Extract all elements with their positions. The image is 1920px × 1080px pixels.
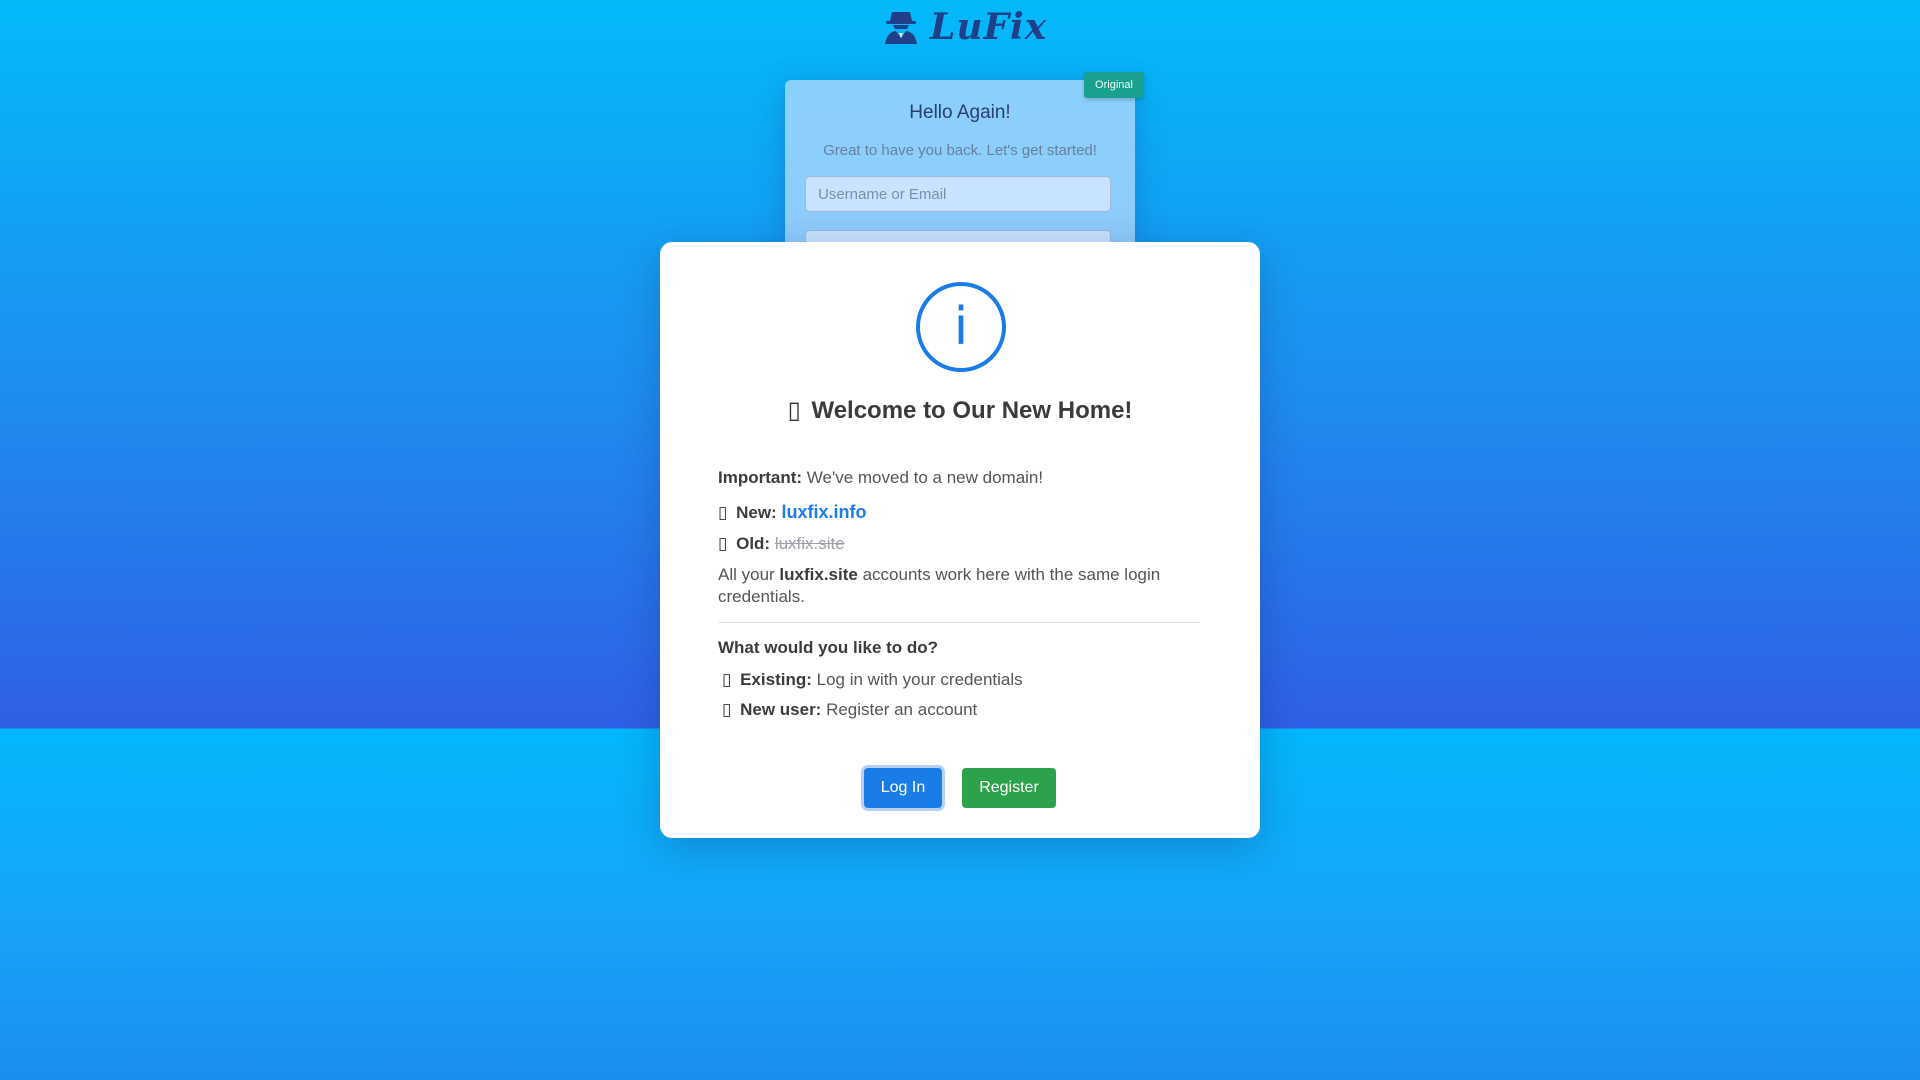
divider <box>718 622 1200 623</box>
spy-icon <box>885 12 917 44</box>
register-button[interactable]: Register <box>962 768 1056 808</box>
site-logo[interactable]: LuFix <box>882 6 1047 48</box>
login-button[interactable]: Log In <box>864 768 942 808</box>
new-domain-row: ▯ New: luxfix.info <box>718 502 866 523</box>
house-icon: ▯ <box>787 396 801 424</box>
key-icon: ▯ <box>722 670 732 690</box>
login-card: Hello Again! Great to have you back. Let… <box>785 80 1135 266</box>
check-icon: ▯ <box>718 503 728 523</box>
original-badge: Original <box>1084 72 1144 98</box>
sparkle-icon: ▯ <box>722 700 732 720</box>
domain-moved-modal: i ▯ Welcome to Our New Home! Important: … <box>660 242 1260 838</box>
new-label: New: <box>736 503 777 522</box>
username-input[interactable] <box>805 176 1111 212</box>
newuser-label: New user: <box>740 700 822 719</box>
important-label: Important: <box>718 468 803 487</box>
existing-option: ▯ Existing: Log in with your credentials <box>722 670 1023 690</box>
existing-label: Existing: <box>740 670 812 689</box>
info-icon-glyph: i <box>953 297 969 357</box>
important-notice: Important: We've moved to a new domain! <box>718 468 1043 488</box>
accounts-pre: All your <box>718 565 775 584</box>
login-subtitle: Great to have you back. Let's get starte… <box>823 142 1097 159</box>
logo-text: LuFix <box>930 6 1048 48</box>
old-domain-row: ▯ Old: luxfix.site <box>718 534 845 554</box>
newuser-option: ▯ New user: Register an account <box>722 700 977 720</box>
old-label: Old: <box>736 534 771 553</box>
info-icon: i <box>916 282 1006 372</box>
modal-title: ▯ Welcome to Our New Home! <box>660 396 1260 425</box>
newuser-text: Register an account <box>826 700 978 719</box>
modal-title-text: Welcome to Our New Home! <box>811 397 1133 424</box>
accounts-note: All your luxfix.site accounts work here … <box>718 564 1198 608</box>
old-domain: luxfix.site <box>774 534 845 553</box>
existing-text: Log in with your credentials <box>816 670 1023 689</box>
login-title: Hello Again! <box>909 102 1011 123</box>
question-heading: What would you like to do? <box>718 638 939 657</box>
new-domain-link[interactable]: luxfix.info <box>781 502 866 522</box>
accounts-line2: credentials. <box>718 587 805 606</box>
accounts-line1: accounts work here with the same login <box>862 565 1161 584</box>
accounts-domain: luxfix.site <box>779 565 858 584</box>
cross-icon: ▯ <box>718 534 728 554</box>
important-text: We've moved to a new domain! <box>806 468 1044 487</box>
